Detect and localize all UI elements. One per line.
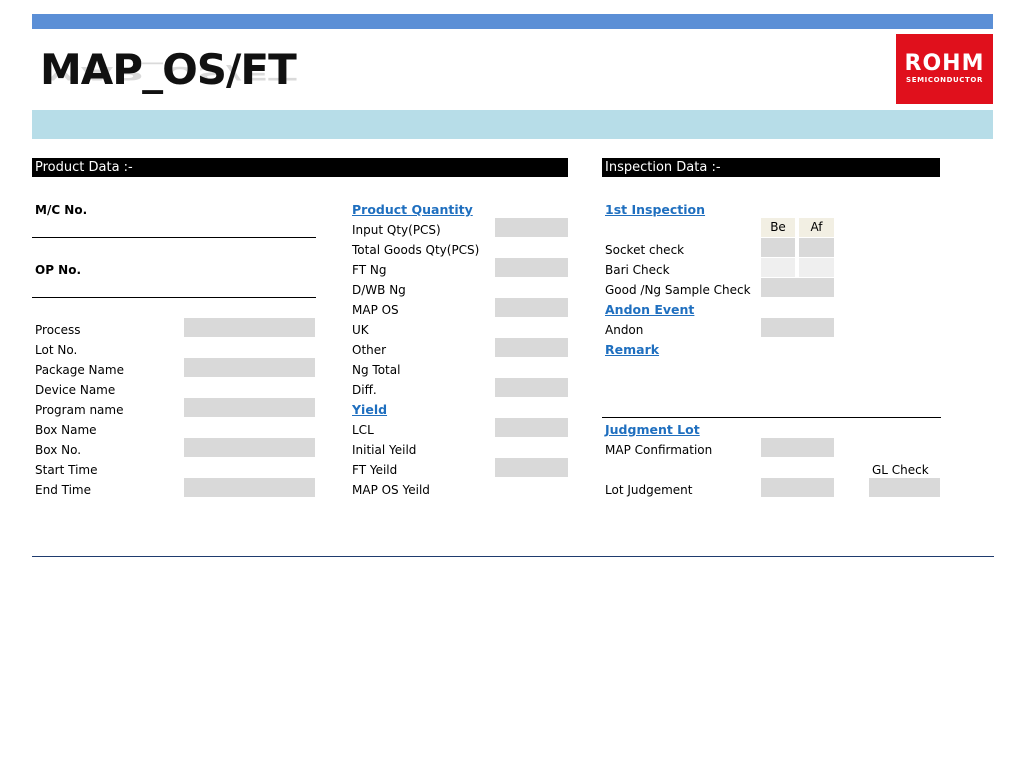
subtitle-bar bbox=[32, 110, 993, 139]
op-no-underline[interactable] bbox=[32, 297, 316, 298]
good-ng-sample-check-field[interactable] bbox=[761, 278, 834, 297]
footer-divider bbox=[32, 556, 994, 557]
bari-check-before-field[interactable] bbox=[761, 258, 795, 277]
gl-check-label: GL Check bbox=[872, 463, 929, 477]
andon-label: Andon bbox=[605, 323, 644, 337]
after-column-header: Af bbox=[799, 218, 834, 237]
diff-label: Diff. bbox=[352, 383, 377, 397]
lcl-field[interactable] bbox=[495, 418, 568, 437]
remark-divider bbox=[602, 417, 941, 418]
other-label: Other bbox=[352, 343, 387, 357]
lot-judgement-label: Lot Judgement bbox=[605, 483, 693, 497]
ft-ng-label: FT Ng bbox=[352, 263, 387, 277]
remark-heading: Remark bbox=[605, 342, 660, 357]
box-no-label: Box No. bbox=[35, 443, 82, 457]
lcl-label: LCL bbox=[352, 423, 374, 437]
logo-main-text: ROHM bbox=[904, 51, 985, 76]
inspection-data-header: Inspection Data :- bbox=[602, 158, 940, 177]
lot-judgement-field[interactable] bbox=[761, 478, 834, 497]
gl-check-field[interactable] bbox=[869, 478, 940, 497]
socket-check-before-field[interactable] bbox=[761, 238, 795, 257]
package-name-label: Package Name bbox=[35, 363, 124, 377]
bari-check-after-field[interactable] bbox=[799, 258, 834, 277]
map-os-field[interactable] bbox=[495, 298, 568, 317]
end-time-label: End Time bbox=[35, 483, 91, 497]
socket-check-after-field[interactable] bbox=[799, 238, 834, 257]
program-name-field[interactable] bbox=[184, 398, 315, 417]
lot-no-label: Lot No. bbox=[35, 343, 78, 357]
input-qty-field[interactable] bbox=[495, 218, 568, 237]
yield-heading: Yield bbox=[352, 402, 388, 417]
package-name-field[interactable] bbox=[184, 358, 315, 377]
logo-sub-text: SEMICONDUCTOR bbox=[906, 76, 983, 84]
map-os-yield-label: MAP OS Yeild bbox=[352, 483, 430, 497]
product-data-header: Product Data :- bbox=[32, 158, 568, 177]
start-time-label: Start Time bbox=[35, 463, 98, 477]
input-qty-label: Input Qty(PCS) bbox=[352, 223, 441, 237]
process-field[interactable] bbox=[184, 318, 315, 337]
end-time-field[interactable] bbox=[184, 478, 315, 497]
map-confirmation-label: MAP Confirmation bbox=[605, 443, 713, 457]
judgment-lot-heading: Judgment Lot bbox=[605, 422, 700, 437]
other-field[interactable] bbox=[495, 338, 568, 357]
ng-total-label: Ng Total bbox=[352, 363, 401, 377]
map-os-label: MAP OS bbox=[352, 303, 399, 317]
ft-yield-field[interactable] bbox=[495, 458, 568, 477]
map-confirmation-field[interactable] bbox=[761, 438, 834, 457]
top-accent-bar bbox=[32, 14, 993, 29]
diff-field[interactable] bbox=[495, 378, 568, 397]
box-no-field[interactable] bbox=[184, 438, 315, 457]
op-no-label: OP No. bbox=[35, 263, 82, 277]
uk-label: UK bbox=[352, 323, 369, 337]
program-name-label: Program name bbox=[35, 403, 124, 417]
process-label: Process bbox=[35, 323, 81, 337]
ft-ng-field[interactable] bbox=[495, 258, 568, 277]
andon-event-heading: Andon Event bbox=[605, 302, 695, 317]
dwb-ng-label: D/WB Ng bbox=[352, 283, 406, 297]
good-ng-sample-check-label: Good /Ng Sample Check bbox=[605, 283, 751, 297]
andon-field[interactable] bbox=[761, 318, 834, 337]
initial-yield-label: Initial Yeild bbox=[352, 443, 417, 457]
box-name-label: Box Name bbox=[35, 423, 97, 437]
rohm-logo: ROHM SEMICONDUCTOR bbox=[896, 34, 993, 104]
device-name-label: Device Name bbox=[35, 383, 116, 397]
total-goods-qty-label: Total Goods Qty(PCS) bbox=[352, 243, 480, 257]
mc-no-underline[interactable] bbox=[32, 237, 316, 238]
title-reflection: MAP_OS/FT bbox=[40, 62, 296, 85]
ft-yield-label: FT Yeild bbox=[352, 463, 398, 477]
mc-no-label: M/C No. bbox=[35, 203, 88, 217]
socket-check-label: Socket check bbox=[605, 243, 685, 257]
first-inspection-heading: 1st Inspection bbox=[605, 202, 706, 217]
before-column-header: Be bbox=[761, 218, 795, 237]
product-quantity-heading: Product Quantity bbox=[352, 202, 473, 217]
bari-check-label: Bari Check bbox=[605, 263, 670, 277]
